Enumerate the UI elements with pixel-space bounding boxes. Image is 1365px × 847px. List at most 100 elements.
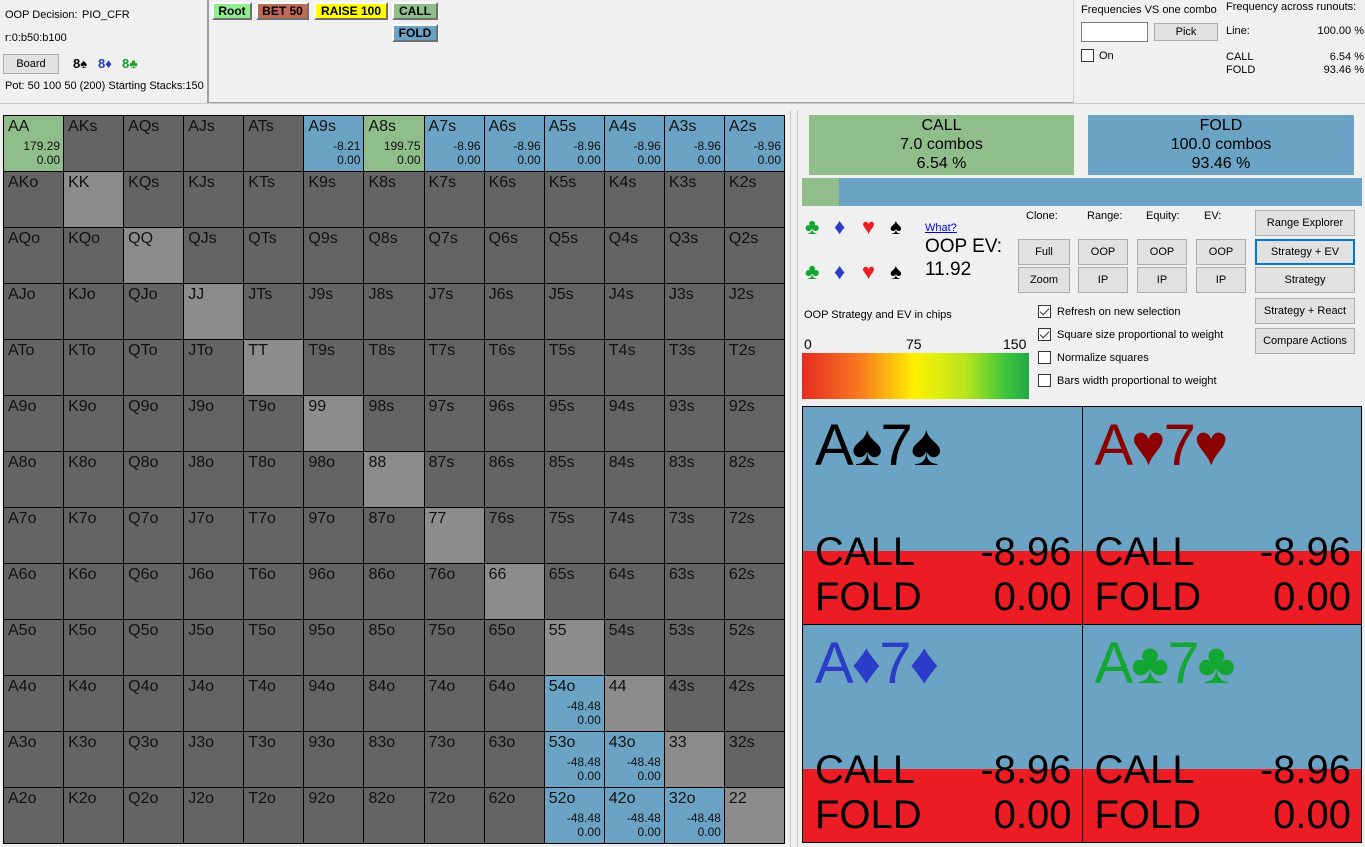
hand-cell-42o[interactable]: 42o -48.48 0.00 (604, 788, 664, 843)
hand-cell-98s[interactable]: 98s (364, 396, 424, 451)
hand-cell-J9o[interactable]: J9o (184, 396, 244, 451)
diamond-filter-icon-2[interactable]: ♦ (834, 259, 845, 285)
horizontal-splitter[interactable] (0, 103, 1365, 111)
hand-cell-Q4o[interactable]: Q4o (124, 676, 184, 731)
hand-cell-88[interactable]: 88 (364, 452, 424, 507)
option-square-size[interactable]: Square size proportional to weight (1038, 328, 1223, 341)
normalize-checkbox[interactable] (1038, 351, 1051, 364)
hand-cell-97o[interactable]: 97o (304, 508, 364, 563)
ev-ip-button[interactable]: IP (1196, 267, 1246, 293)
hand-cell-A6s[interactable]: A6s -8.96 0.00 (484, 116, 544, 171)
hand-cell-86s[interactable]: 86s (484, 452, 544, 507)
hand-cell-J7o[interactable]: J7o (184, 508, 244, 563)
ev-oop-button[interactable]: OOP (1196, 239, 1246, 265)
hand-cell-94o[interactable]: 94o (304, 676, 364, 731)
hand-cell-73o[interactable]: 73o (424, 732, 484, 787)
hand-cell-ATo[interactable]: ATo (4, 340, 64, 395)
refresh-checkbox[interactable] (1038, 305, 1051, 318)
hand-cell-32o[interactable]: 32o -48.48 0.00 (664, 788, 724, 843)
hand-cell-KK[interactable]: KK (64, 172, 124, 227)
hand-cell-T8s[interactable]: T8s (364, 340, 424, 395)
hand-cell-62s[interactable]: 62s (724, 564, 784, 619)
hand-cell-74s[interactable]: 74s (604, 508, 664, 563)
hand-cell-63s[interactable]: 63s (664, 564, 724, 619)
hand-cell-J8s[interactable]: J8s (364, 284, 424, 339)
hand-cell-Q8o[interactable]: Q8o (124, 452, 184, 507)
hand-cell-75s[interactable]: 75s (544, 508, 604, 563)
hand-cell-KTo[interactable]: KTo (64, 340, 124, 395)
vertical-splitter[interactable] (790, 110, 798, 847)
hand-cell-76s[interactable]: 76s (484, 508, 544, 563)
option-normalize[interactable]: Normalize squares (1038, 351, 1149, 364)
range-ip-button[interactable]: IP (1078, 267, 1128, 293)
hand-cell-J9s[interactable]: J9s (304, 284, 364, 339)
hand-cell-J4s[interactable]: J4s (604, 284, 664, 339)
hand-cell-T9s[interactable]: T9s (304, 340, 364, 395)
hand-cell-92o[interactable]: 92o (304, 788, 364, 843)
hand-cell-T5o[interactable]: T5o (244, 620, 304, 675)
clone-zoom-button[interactable]: Zoom (1018, 267, 1070, 293)
hand-cell-72s[interactable]: 72s (724, 508, 784, 563)
hand-cell-54s[interactable]: 54s (604, 620, 664, 675)
equity-ip-button[interactable]: IP (1137, 267, 1187, 293)
hand-cell-72o[interactable]: 72o (424, 788, 484, 843)
hand-cell-84s[interactable]: 84s (604, 452, 664, 507)
hand-cell-J3s[interactable]: J3s (664, 284, 724, 339)
hand-cell-J2o[interactable]: J2o (184, 788, 244, 843)
hand-cell-AKs[interactable]: AKs (64, 116, 124, 171)
hand-cell-J4o[interactable]: J4o (184, 676, 244, 731)
combo-cell-0[interactable]: A♠7♠ CALL -8.96 FOLD 0.00 (803, 407, 1082, 624)
hand-cell-K7o[interactable]: K7o (64, 508, 124, 563)
combo-input[interactable] (1081, 22, 1148, 42)
hand-cell-AKo[interactable]: AKo (4, 172, 64, 227)
tree-node-raise-100[interactable]: RAISE 100 (314, 2, 388, 20)
hand-cell-A7s[interactable]: A7s -8.96 0.00 (424, 116, 484, 171)
hand-cell-T3s[interactable]: T3s (664, 340, 724, 395)
hand-cell-A7o[interactable]: A7o (4, 508, 64, 563)
hand-cell-95s[interactable]: 95s (544, 396, 604, 451)
combo-cell-3[interactable]: A♣7♣ CALL -8.96 FOLD 0.00 (1082, 625, 1361, 842)
hand-cell-Q9o[interactable]: Q9o (124, 396, 184, 451)
hand-cell-J6o[interactable]: J6o (184, 564, 244, 619)
hand-cell-T4s[interactable]: T4s (604, 340, 664, 395)
hand-cell-AQs[interactable]: AQs (124, 116, 184, 171)
hand-cell-65o[interactable]: 65o (484, 620, 544, 675)
hand-cell-Q3s[interactable]: Q3s (664, 228, 724, 283)
hand-cell-22[interactable]: 22 (724, 788, 784, 843)
hand-cell-AQo[interactable]: AQo (4, 228, 64, 283)
hand-cell-A3s[interactable]: A3s -8.96 0.00 (664, 116, 724, 171)
hand-cell-A2s[interactable]: A2s -8.96 0.00 (724, 116, 784, 171)
on-toggle[interactable]: On (1081, 49, 1114, 62)
hand-cell-T6s[interactable]: T6s (484, 340, 544, 395)
what-link[interactable]: What? (925, 222, 957, 234)
hand-cell-KTs[interactable]: KTs (244, 172, 304, 227)
hand-cell-J2s[interactable]: J2s (724, 284, 784, 339)
range-oop-button[interactable]: OOP (1078, 239, 1128, 265)
hand-cell-A9s[interactable]: A9s -8.21 0.00 (304, 116, 364, 171)
hand-cell-QJo[interactable]: QJo (124, 284, 184, 339)
hand-cell-K3o[interactable]: K3o (64, 732, 124, 787)
heart-filter-icon-1[interactable]: ♥ (862, 214, 875, 240)
compare-actions-button[interactable]: Compare Actions (1255, 328, 1355, 354)
hand-cell-JJ[interactable]: JJ (184, 284, 244, 339)
hand-cell-84o[interactable]: 84o (364, 676, 424, 731)
square-size-checkbox[interactable] (1038, 328, 1051, 341)
hand-cell-A4o[interactable]: A4o (4, 676, 64, 731)
club-filter-icon-1[interactable]: ♣ (805, 214, 819, 240)
hand-cell-Q2o[interactable]: Q2o (124, 788, 184, 843)
hand-cell-93o[interactable]: 93o (304, 732, 364, 787)
hand-cell-Q7s[interactable]: Q7s (424, 228, 484, 283)
hand-cell-Q6s[interactable]: Q6s (484, 228, 544, 283)
hand-cell-J6s[interactable]: J6s (484, 284, 544, 339)
hand-cell-A5o[interactable]: A5o (4, 620, 64, 675)
diamond-filter-icon-1[interactable]: ♦ (834, 214, 845, 240)
hand-cell-T4o[interactable]: T4o (244, 676, 304, 731)
hand-cell-K5s[interactable]: K5s (544, 172, 604, 227)
hand-cell-K9s[interactable]: K9s (304, 172, 364, 227)
hand-cell-54o[interactable]: 54o -48.48 0.00 (544, 676, 604, 731)
hand-cell-73s[interactable]: 73s (664, 508, 724, 563)
board-button[interactable]: Board (3, 54, 59, 74)
hand-cell-32s[interactable]: 32s (724, 732, 784, 787)
hand-cell-96o[interactable]: 96o (304, 564, 364, 619)
hand-cell-Q5s[interactable]: Q5s (544, 228, 604, 283)
